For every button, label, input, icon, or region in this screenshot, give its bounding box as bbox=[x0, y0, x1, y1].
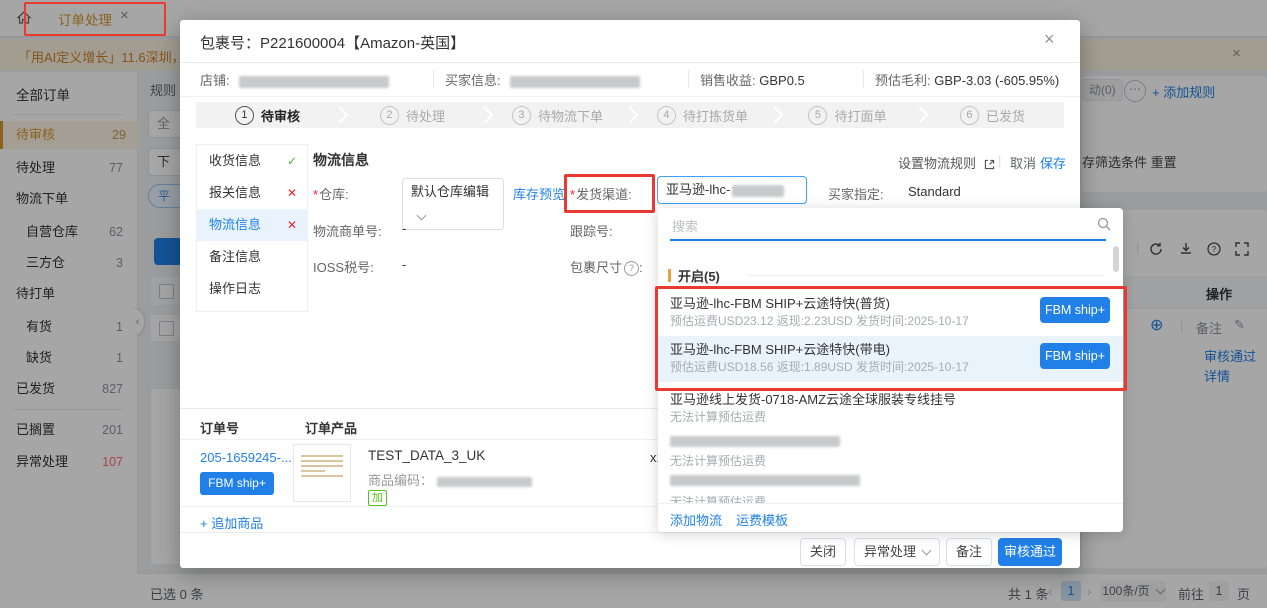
order-shipping-tag: FBM ship+ bbox=[200, 472, 274, 495]
search-icon bbox=[1096, 216, 1112, 232]
order-number-link[interactable]: 205-1659245-... bbox=[200, 450, 292, 465]
channel-option-1[interactable]: 亚马逊-lhc-FBM SHIP+云途特快(普货) 预估运费USD23.12 返… bbox=[658, 290, 1123, 336]
carrier-number-label: 物流商单号: bbox=[313, 221, 382, 240]
redacted-channel-name bbox=[670, 475, 860, 486]
modal-title: 包裹号：P221600004【Amazon-英国】 bbox=[200, 32, 465, 53]
order-steps: 1待审核 2待处理 3待物流下单 4待打拣货单 5待打面单 6已发货 bbox=[196, 102, 1064, 128]
warehouse-label: *仓库: bbox=[313, 184, 349, 203]
tracking-number-label: 跟踪号: bbox=[570, 221, 613, 240]
order-number-column: 订单号 bbox=[200, 418, 239, 437]
check-icon: ✓ bbox=[287, 145, 297, 177]
channel-label: *发货渠道: bbox=[570, 184, 632, 203]
product-sku: 商品编码： bbox=[368, 470, 532, 489]
nav-receiving-info[interactable]: 收货信息✓ bbox=[197, 145, 307, 177]
nav-logistics-info[interactable]: 物流信息✕ bbox=[197, 209, 307, 241]
close-button[interactable]: 关闭 bbox=[800, 538, 846, 566]
step-pending-process: 2待处理 bbox=[341, 106, 484, 125]
fbm-ship-tag: FBM ship+ bbox=[1040, 343, 1110, 369]
group-enabled-header: 开启(5) bbox=[678, 266, 720, 285]
order-product-column: 订单产品 bbox=[305, 418, 357, 437]
step-pending-picking: 4待打拣货单 bbox=[631, 106, 774, 125]
section-title: 物流信息 bbox=[313, 150, 369, 170]
step-pending-review: 1待审核 bbox=[196, 106, 339, 125]
exception-handle-button[interactable]: 异常处理 bbox=[854, 538, 940, 566]
divider bbox=[748, 275, 1104, 276]
divider bbox=[658, 503, 1123, 504]
scrollbar-thumb[interactable] bbox=[1113, 246, 1119, 272]
error-icon: ✕ bbox=[287, 209, 297, 241]
redacted-sku bbox=[437, 477, 532, 487]
nav-operation-log[interactable]: 操作日志 bbox=[197, 273, 307, 305]
chevron-down-icon bbox=[417, 211, 427, 221]
channel-input[interactable]: 亚马逊-lhc- bbox=[657, 176, 807, 204]
shipping-channel-dropdown: 开启(5) 亚马逊-lhc-FBM SHIP+云途特快(普货) 预估运费USD2… bbox=[658, 208, 1123, 532]
nav-remark-info[interactable]: 备注信息 bbox=[197, 241, 307, 273]
profit-info: 预估毛利: GBP-3.03 (-605.95%) bbox=[875, 70, 1059, 89]
modal-close-icon[interactable]: × bbox=[1044, 29, 1055, 50]
help-icon[interactable]: ? bbox=[624, 261, 639, 276]
cancel-link[interactable]: 取消 bbox=[1010, 153, 1036, 172]
package-size-label: 包裹尺寸?: bbox=[570, 257, 643, 276]
ioss-value: - bbox=[402, 257, 406, 272]
redacted-shop-name bbox=[239, 76, 389, 88]
append-product-link[interactable]: + 追加商品 bbox=[200, 513, 263, 532]
channel-search-input[interactable] bbox=[670, 214, 1084, 238]
fbm-ship-tag: FBM ship+ bbox=[1040, 297, 1110, 323]
error-icon: ✕ bbox=[287, 177, 297, 209]
channel-option-3[interactable]: 亚马逊线上发货-0718-AMZ云途全球服装专线挂号 无法计算预估运费 bbox=[658, 386, 1123, 432]
group-marker bbox=[668, 269, 671, 282]
step-shipped: 6已发货 bbox=[921, 106, 1064, 125]
redacted-channel-name bbox=[670, 436, 840, 447]
channel-option-2[interactable]: 亚马逊-lhc-FBM SHIP+云途特快(带电) 预估运费USD18.56 返… bbox=[658, 336, 1123, 382]
divider bbox=[180, 62, 1080, 63]
buyer-info: 买家信息: bbox=[445, 70, 640, 89]
revenue-info: 销售收益: GBP0.5 bbox=[700, 70, 805, 89]
add-logistics-link[interactable]: 添加物流 bbox=[670, 510, 722, 529]
redacted-buyer-name bbox=[510, 76, 640, 88]
divider: | bbox=[998, 153, 1001, 168]
buyer-assign-value: Standard bbox=[908, 184, 961, 199]
divider bbox=[180, 96, 1080, 97]
product-name: TEST_DATA_3_UK bbox=[368, 448, 485, 463]
divider bbox=[688, 70, 689, 88]
stock-preview-link[interactable]: 库存预览 bbox=[513, 184, 565, 203]
divider bbox=[433, 70, 434, 88]
set-logistics-rule-link[interactable]: 设置物流规则 bbox=[898, 153, 996, 172]
page-root: 订单处理 × 「用AI定义增长」11.6深圳，赛 × 全部订单 待审核 29 待… bbox=[0, 0, 1267, 608]
step-pending-logistics: 3待物流下单 bbox=[486, 106, 629, 125]
nav-customs-info[interactable]: 报关信息✕ bbox=[197, 177, 307, 209]
buyer-assign-label: 买家指定: bbox=[828, 184, 884, 203]
channel-option-5[interactable]: 无法计算预估运费 bbox=[658, 470, 1123, 503]
modal-section-nav: 收货信息✓ 报关信息✕ 物流信息✕ 备注信息 操作日志 bbox=[196, 144, 308, 312]
divider bbox=[863, 70, 864, 88]
ioss-label: IOSS税号: bbox=[313, 257, 374, 276]
save-link[interactable]: 保存 bbox=[1040, 153, 1066, 172]
search-underline bbox=[670, 239, 1106, 241]
carrier-number-value: - bbox=[402, 221, 406, 236]
product-thumbnail bbox=[293, 444, 351, 502]
add-tag: 加 bbox=[368, 490, 387, 506]
remark-button[interactable]: 备注 bbox=[946, 538, 992, 566]
chevron-down-icon bbox=[922, 546, 932, 556]
approve-button[interactable]: 审核通过 bbox=[998, 538, 1062, 566]
redacted-channel-suffix bbox=[732, 185, 784, 197]
freight-template-link[interactable]: 运费模板 bbox=[736, 510, 788, 529]
warehouse-select[interactable]: 默认仓库编辑 bbox=[402, 178, 504, 230]
step-pending-label: 5待打面单 bbox=[776, 106, 919, 125]
shop-info: 店铺: bbox=[200, 70, 389, 89]
divider bbox=[180, 532, 1080, 533]
external-link-icon bbox=[983, 158, 996, 171]
